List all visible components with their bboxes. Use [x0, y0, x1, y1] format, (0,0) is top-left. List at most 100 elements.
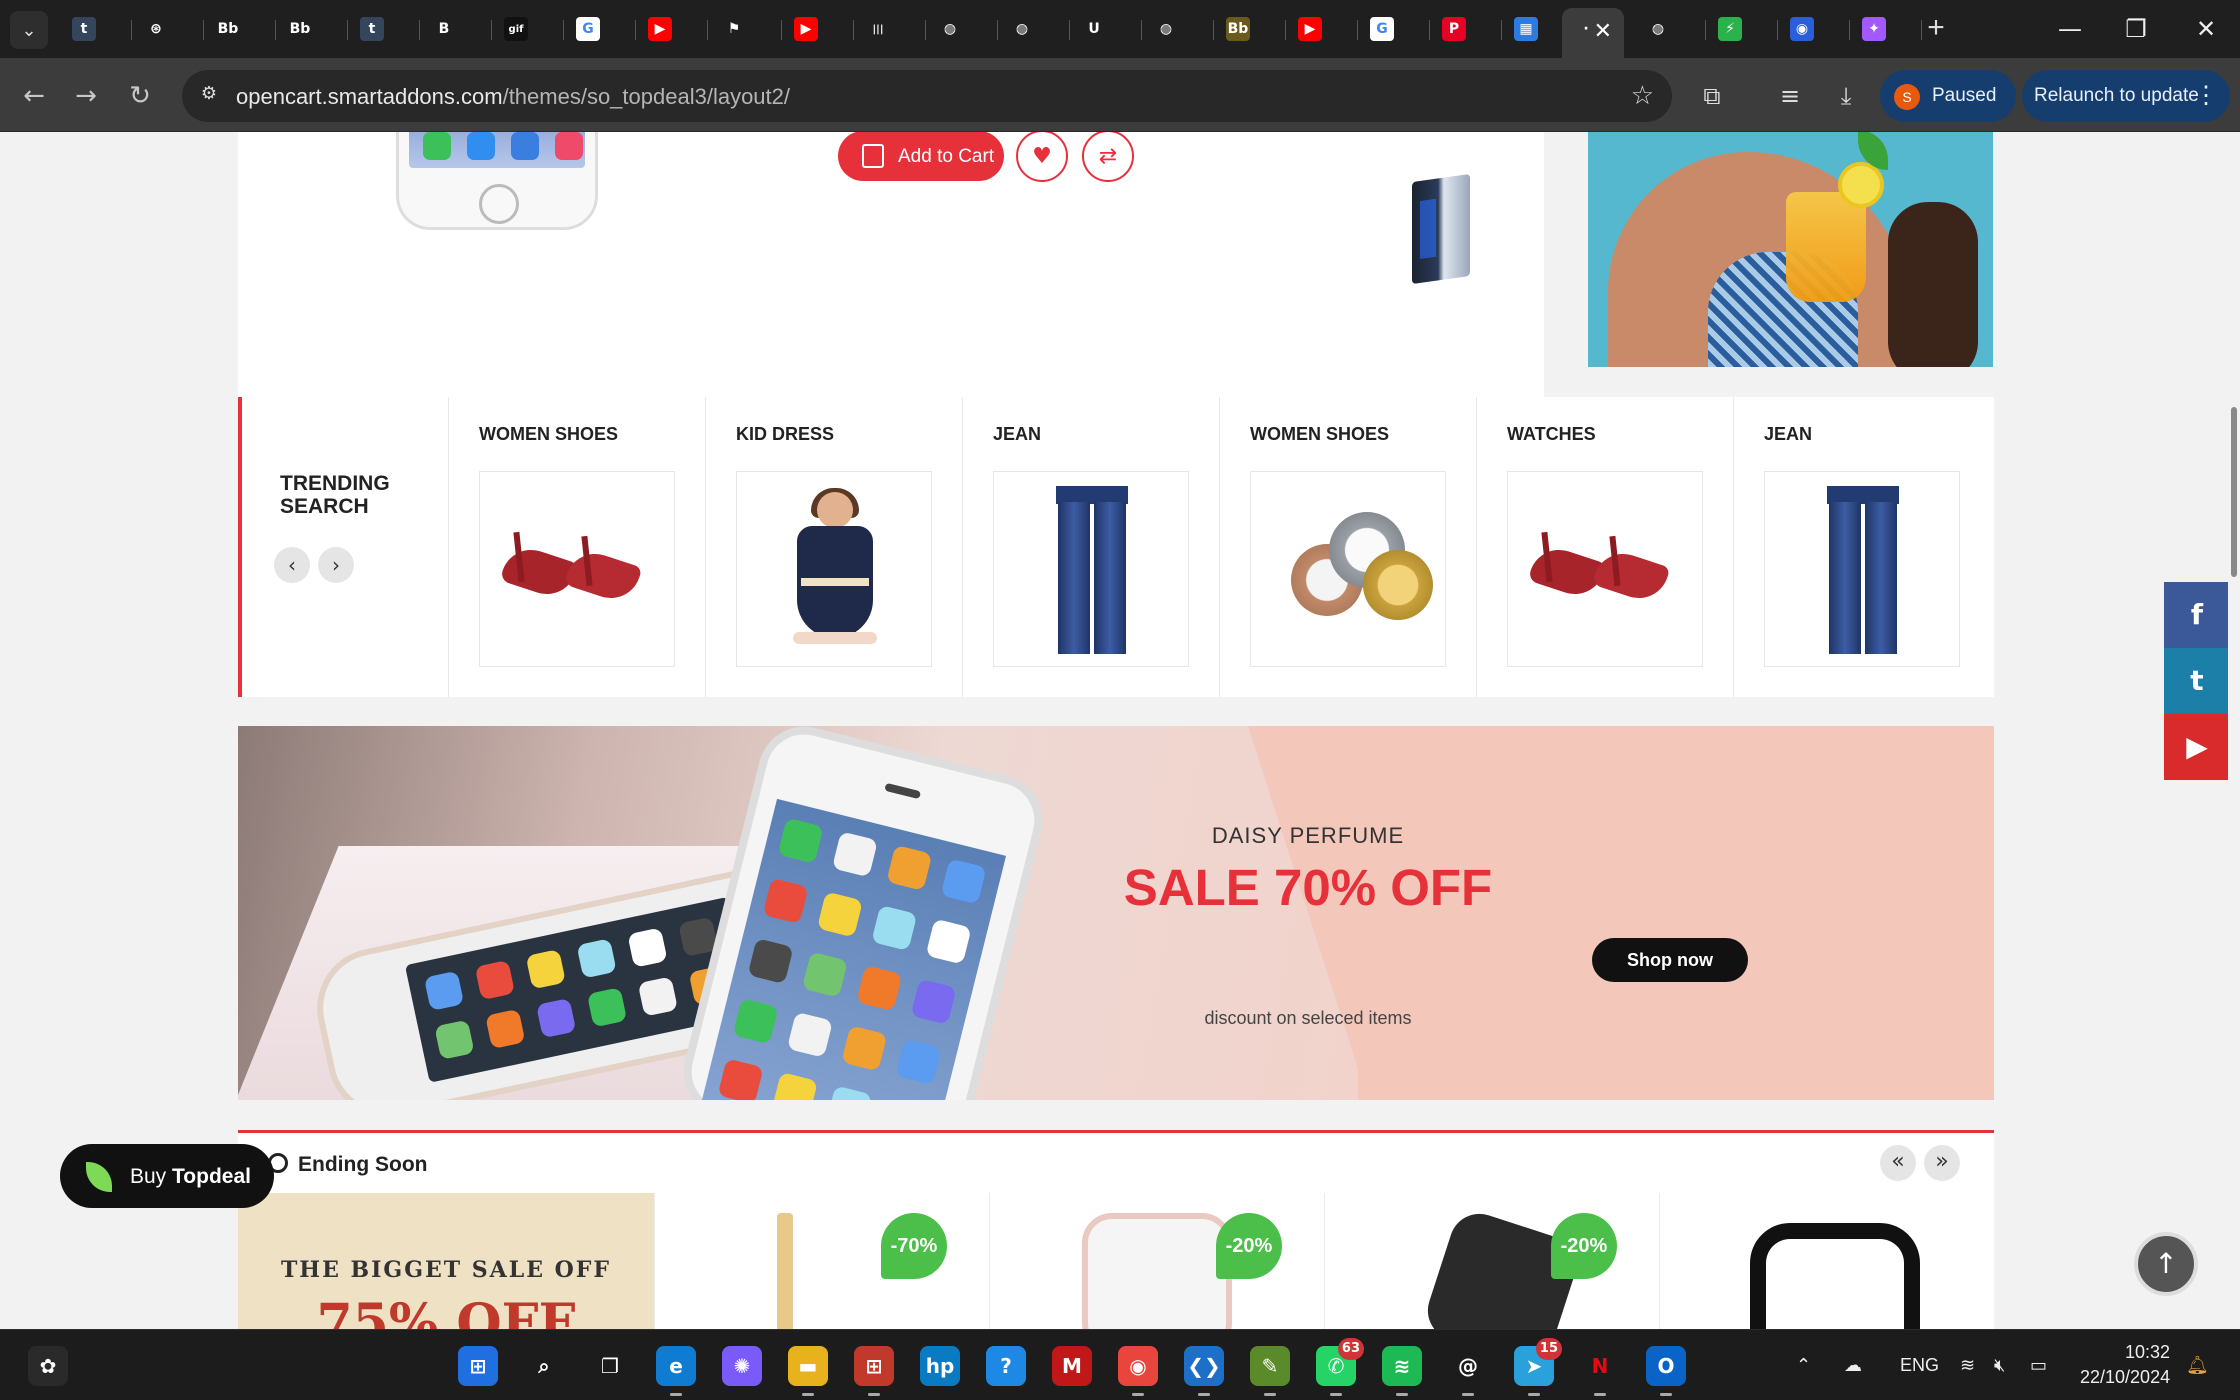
reload-button[interactable]: ↻ [120, 76, 160, 116]
taskbar-mcafee-button[interactable]: M [1052, 1346, 1092, 1386]
close-window-button[interactable]: ✕ [2176, 6, 2236, 52]
bookmark-star-icon[interactable]: ☆ [1631, 80, 1654, 111]
taskbar-chrome-button[interactable]: ◉ [1118, 1346, 1158, 1396]
trending-item[interactable]: WOMEN SHOES [1219, 397, 1476, 697]
forward-button[interactable]: → [66, 76, 106, 116]
browser-tab[interactable]: ◍ [1142, 8, 1214, 50]
trending-item[interactable]: JEAN [962, 397, 1219, 697]
trending-item[interactable]: WOMEN SHOES [448, 397, 705, 697]
scrollbar-thumb[interactable] [2231, 407, 2237, 577]
profile-paused-button[interactable]: S Paused [1880, 70, 2016, 122]
back-to-top-button[interactable]: ↑ [2134, 1232, 2198, 1296]
browser-tab[interactable]: ◉ [1778, 8, 1850, 50]
taskbar-whatsapp-button[interactable]: ✆ 63 [1316, 1338, 1364, 1396]
extensions-icon[interactable]: ⧉ [1692, 76, 1732, 116]
shop-now-button[interactable]: Shop now [1592, 938, 1748, 982]
trending-item-image[interactable] [479, 471, 675, 667]
battery-icon[interactable]: ▭ [2030, 1330, 2047, 1400]
minimize-button[interactable]: — [2040, 6, 2100, 52]
show-hidden-icons-button[interactable]: ⌃ [1796, 1330, 1811, 1400]
taskbar-file-explorer-button[interactable]: ▬ [788, 1346, 828, 1396]
browser-tab[interactable]: ▶ [636, 8, 708, 50]
page-scrollbar[interactable] [2228, 132, 2240, 1329]
taskbar-start-button[interactable]: ⊞ [458, 1346, 498, 1386]
taskbar-help-button[interactable]: ? [986, 1346, 1026, 1386]
ending-prev-button[interactable]: « [1880, 1145, 1916, 1181]
relaunch-button[interactable]: Relaunch to update ⋮ [2022, 70, 2230, 122]
taskbar-outlook-button[interactable]: O [1646, 1346, 1686, 1396]
trending-item-image[interactable] [1764, 471, 1960, 667]
twitter-icon[interactable]: t [2164, 648, 2230, 714]
browser-tab[interactable]: U [1070, 8, 1142, 50]
trending-item[interactable]: WATCHES [1476, 397, 1733, 697]
deal-item-guitar[interactable]: -70% [654, 1193, 989, 1329]
more-menu-icon[interactable]: ⋮ [2194, 81, 2218, 110]
browser-tab[interactable]: Bb [204, 8, 276, 50]
tab-search-menu-button[interactable]: ⌄ [10, 11, 48, 49]
taskbar-myhp-button[interactable]: hp [920, 1346, 960, 1386]
taskbar-notepad-button[interactable]: ✎ [1250, 1346, 1290, 1396]
deal-item-speaker[interactable]: -20% [1324, 1193, 1659, 1329]
biggest-sale-panel[interactable]: THE BIGGET SALE OFF 75% OFF [238, 1193, 654, 1329]
wishlist-button[interactable]: ♥ [1016, 132, 1068, 182]
system-clock[interactable]: 10:32 22/10/2024 [2080, 1340, 2170, 1390]
downloads-icon[interactable]: ⤓ [1826, 76, 1866, 116]
taskbar-vscode-button[interactable]: ❮❯ [1184, 1346, 1224, 1396]
back-button[interactable]: ← [14, 76, 54, 116]
url-text[interactable]: opencart.smartaddons.com/themes/so_topde… [236, 84, 790, 110]
browser-tab[interactable]: ▶ [1286, 8, 1358, 50]
address-bar[interactable]: ⚙ opencart.smartaddons.com/themes/so_top… [182, 70, 1672, 122]
deal-item-phone[interactable]: -20% [989, 1193, 1324, 1329]
media-control-icon[interactable]: ≡ [1770, 76, 1810, 116]
notification-bell-icon[interactable]: 🔔︎ [2186, 1330, 2209, 1400]
browser-tab[interactable]: ◍ [1634, 8, 1706, 50]
restore-button[interactable]: ❐ [2106, 6, 2166, 52]
mute-speaker-icon[interactable]: 🔇︎ [1994, 1330, 2005, 1400]
site-settings-icon[interactable]: ⚙ [196, 83, 222, 109]
youtube-icon[interactable]: ▶ [2164, 714, 2230, 780]
trending-item-image[interactable] [1507, 471, 1703, 667]
browser-tab[interactable]: gif [492, 8, 564, 50]
browser-tab[interactable]: ||| [854, 8, 926, 50]
new-tab-button[interactable]: + [1918, 11, 1954, 47]
promo-banner[interactable]: DAISY PERFUME SALE 70% OFF Shop now disc… [238, 726, 1994, 1100]
buy-topdeal-button[interactable]: Buy Topdeal [60, 1144, 274, 1208]
tab-active[interactable]: · ✕ [1562, 8, 1624, 58]
browser-tab[interactable]: ✦ [1850, 8, 1922, 50]
trending-item[interactable]: JEAN [1733, 397, 1990, 697]
browser-tab[interactable]: G [564, 8, 636, 50]
taskbar-task-view-button[interactable]: ❐ [590, 1346, 630, 1386]
taskbar-threads-button[interactable]: @ [1448, 1346, 1488, 1396]
deal-item-harness[interactable] [1659, 1193, 1994, 1329]
trending-item[interactable]: KID DRESS [705, 397, 962, 697]
trending-item-image[interactable] [736, 471, 932, 667]
taskbar-store-button[interactable]: ⊞ [854, 1346, 894, 1396]
browser-tab[interactable]: t [348, 8, 420, 50]
trending-item-image[interactable] [1250, 471, 1446, 667]
trending-item-image[interactable] [993, 471, 1189, 667]
add-to-cart-button[interactable]: Add to Cart [838, 132, 1004, 181]
browser-tab[interactable]: ◍ [926, 8, 998, 50]
widgets-button[interactable]: ✿ [28, 1346, 68, 1386]
taskbar-spotify-button[interactable]: ≋ [1382, 1346, 1422, 1396]
browser-tab[interactable]: G [1358, 8, 1430, 50]
browser-tab[interactable]: Bb [1214, 8, 1286, 50]
trending-prev-button[interactable]: ‹ [274, 547, 310, 583]
taskbar-search-button[interactable]: ⌕ [524, 1346, 564, 1386]
browser-tab[interactable]: ▶ [782, 8, 854, 50]
taskbar-edge-button[interactable]: e [656, 1346, 696, 1396]
browser-tab[interactable]: B [420, 8, 492, 50]
taskbar-telegram-button[interactable]: ➤ 15 [1514, 1338, 1562, 1396]
browser-tab[interactable]: ⊛ [132, 8, 204, 50]
taskbar-copilot-button[interactable]: ✺ [722, 1346, 762, 1386]
taskbar-netflix-button[interactable]: N [1580, 1346, 1620, 1396]
close-tab-icon[interactable]: ✕ [1594, 18, 1612, 44]
ending-next-button[interactable]: » [1924, 1145, 1960, 1181]
browser-tab[interactable]: Bb [276, 8, 348, 50]
pc-tower-thumbnail[interactable] [1412, 173, 1470, 285]
facebook-icon[interactable]: f [2164, 582, 2230, 648]
side-promo-image[interactable] [1588, 132, 1993, 367]
compare-button[interactable]: ⇄ [1082, 132, 1134, 182]
language-indicator[interactable]: ENG [1900, 1330, 1939, 1400]
wifi-icon[interactable]: ≋ [1960, 1330, 1975, 1400]
